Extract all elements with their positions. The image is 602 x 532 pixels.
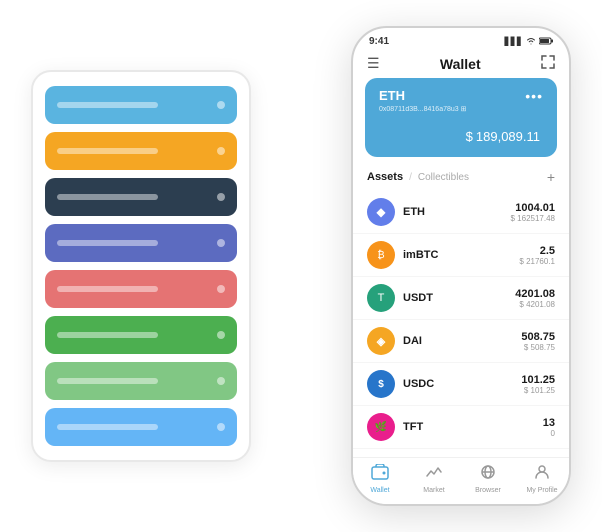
- wifi-icon: [526, 37, 536, 47]
- card-dot: [217, 239, 225, 247]
- card-dot: [217, 377, 225, 385]
- battery-icon: [539, 37, 553, 47]
- card-line: [57, 424, 158, 430]
- page-title: Wallet: [440, 56, 481, 72]
- add-asset-button[interactable]: +: [547, 169, 555, 185]
- assets-tabs: Assets / Collectibles +: [353, 165, 569, 191]
- card-line: [57, 286, 158, 292]
- asset-usd: $ 162517.48: [511, 214, 556, 223]
- list-item[interactable]: [45, 408, 237, 446]
- asset-usd: $ 101.25: [521, 386, 555, 395]
- menu-icon[interactable]: ☰: [367, 55, 380, 72]
- card-line: [57, 102, 158, 108]
- asset-balance: 101.25: [521, 374, 555, 386]
- phone-frame: 9:41 ▋▋▋ ☰ Wallet ETH: [351, 26, 571, 506]
- scene: 9:41 ▋▋▋ ☰ Wallet ETH: [11, 11, 591, 521]
- asset-balance: 13: [543, 417, 555, 429]
- eth-balance: $189,089.11: [379, 121, 543, 147]
- market-nav-icon: [425, 464, 443, 485]
- asset-usd: $ 4201.08: [515, 300, 555, 309]
- browser-nav-icon: [479, 464, 497, 485]
- dai-icon: ◈: [367, 327, 395, 355]
- list-item[interactable]: [45, 270, 237, 308]
- profile-nav-icon: [533, 464, 551, 485]
- card-options-icon[interactable]: •••: [525, 88, 543, 104]
- asset-amounts: 4201.08 $ 4201.08: [515, 288, 555, 309]
- wallet-nav-icon: [371, 464, 389, 485]
- list-item[interactable]: [45, 86, 237, 124]
- asset-amounts: 101.25 $ 101.25: [521, 374, 555, 395]
- table-row[interactable]: ◆ ETH 1004.01 $ 162517.48: [353, 191, 569, 234]
- eth-address: 0x08711d3B...8416a78u3 ⊞: [379, 105, 467, 113]
- asset-name: USDC: [403, 378, 521, 390]
- expand-icon[interactable]: [541, 55, 555, 72]
- table-row[interactable]: $ USDC 101.25 $ 101.25: [353, 363, 569, 406]
- tab-collectibles[interactable]: Collectibles: [418, 172, 469, 183]
- asset-name: TFT: [403, 421, 543, 433]
- card-line: [57, 378, 158, 384]
- card-dot: [217, 193, 225, 201]
- eth-icon: ◆: [367, 198, 395, 226]
- card-dot: [217, 285, 225, 293]
- eth-wallet-card[interactable]: ETH 0x08711d3B...8416a78u3 ⊞ ••• $189,08…: [365, 78, 557, 157]
- profile-nav-label: My Profile: [526, 487, 557, 494]
- eth-card-header: ETH 0x08711d3B...8416a78u3 ⊞ •••: [379, 88, 543, 113]
- tabs-left: Assets / Collectibles: [367, 171, 469, 183]
- asset-name: DAI: [403, 335, 521, 347]
- asset-balance: 508.75: [521, 331, 555, 343]
- tft-icon: 🌿: [367, 413, 395, 441]
- card-line: [57, 148, 158, 154]
- table-row[interactable]: T USDT 4201.08 $ 4201.08: [353, 277, 569, 320]
- asset-usd: 0: [543, 429, 555, 438]
- browser-nav-label: Browser: [475, 487, 501, 494]
- bottom-nav: Wallet Market Browser My Profile: [353, 457, 569, 504]
- asset-balance: 4201.08: [515, 288, 555, 300]
- nav-market[interactable]: Market: [407, 464, 461, 494]
- list-item[interactable]: [45, 362, 237, 400]
- nav-wallet[interactable]: Wallet: [353, 464, 407, 494]
- card-dot: [217, 101, 225, 109]
- card-dot: [217, 423, 225, 431]
- asset-usd: $ 21760.1: [519, 257, 555, 266]
- table-row[interactable]: ₿ imBTC 2.5 $ 21760.1: [353, 234, 569, 277]
- eth-symbol: ETH: [379, 88, 467, 103]
- list-item[interactable]: [45, 178, 237, 216]
- card-dot: [217, 147, 225, 155]
- asset-list: ◆ ETH 1004.01 $ 162517.48 ₿ imBTC 2.5 $ …: [353, 191, 569, 457]
- usdc-icon: $: [367, 370, 395, 398]
- imbtc-icon: ₿: [367, 241, 395, 269]
- card-line: [57, 194, 158, 200]
- nav-browser[interactable]: Browser: [461, 464, 515, 494]
- market-nav-label: Market: [423, 487, 444, 494]
- nav-profile[interactable]: My Profile: [515, 464, 569, 494]
- list-item[interactable]: [45, 132, 237, 170]
- asset-amounts: 2.5 $ 21760.1: [519, 245, 555, 266]
- status-icons: ▋▋▋: [505, 37, 553, 47]
- asset-amounts: 508.75 $ 508.75: [521, 331, 555, 352]
- asset-name: imBTC: [403, 249, 519, 261]
- tab-separator: /: [409, 172, 412, 183]
- card-dot: [217, 331, 225, 339]
- status-bar: 9:41 ▋▋▋: [353, 28, 569, 51]
- table-row[interactable]: ◈ DAI 508.75 $ 508.75: [353, 320, 569, 363]
- usdt-icon: T: [367, 284, 395, 312]
- list-item[interactable]: [45, 316, 237, 354]
- wallet-nav-label: Wallet: [370, 487, 389, 494]
- list-item[interactable]: [45, 224, 237, 262]
- signal-icon: ▋▋▋: [505, 37, 523, 46]
- status-time: 9:41: [369, 36, 389, 47]
- asset-name: USDT: [403, 292, 515, 304]
- card-line: [57, 332, 158, 338]
- asset-balance: 2.5: [519, 245, 555, 257]
- table-row[interactable]: 🌿 TFT 13 0: [353, 406, 569, 449]
- card-line: [57, 240, 158, 246]
- tab-assets[interactable]: Assets: [367, 171, 403, 183]
- phone-header: ☰ Wallet: [353, 51, 569, 78]
- asset-amounts: 13 0: [543, 417, 555, 438]
- asset-name: ETH: [403, 206, 511, 218]
- asset-balance: 1004.01: [511, 202, 556, 214]
- card-stack: [31, 70, 251, 462]
- asset-amounts: 1004.01 $ 162517.48: [511, 202, 556, 223]
- asset-usd: $ 508.75: [521, 343, 555, 352]
